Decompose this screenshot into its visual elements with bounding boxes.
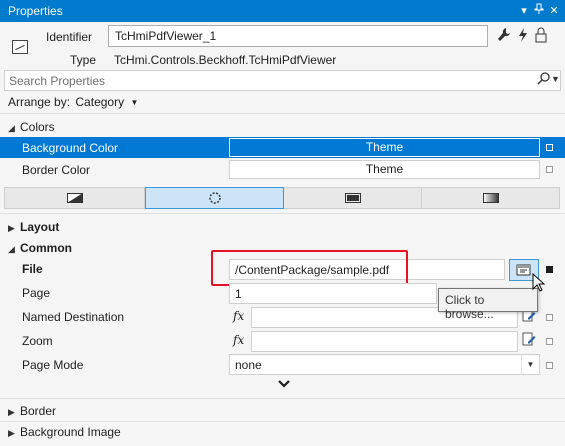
arrange-label: Arrange by: xyxy=(8,95,71,109)
mouse-cursor-icon xyxy=(532,273,546,292)
solid-fill-icon xyxy=(66,193,83,203)
chevron-down-icon[interactable]: ▼ xyxy=(130,98,138,107)
property-name-page: Page xyxy=(22,286,51,300)
property-name-page-mode: Page Mode xyxy=(22,358,84,372)
edit-pencil-icon[interactable] xyxy=(520,331,538,352)
tab-gradient[interactable] xyxy=(422,188,559,208)
type-label: Type xyxy=(70,53,97,67)
settings-icon xyxy=(208,192,221,204)
highlight-box xyxy=(211,250,408,286)
lock-icon[interactable] xyxy=(533,27,549,45)
property-marker[interactable] xyxy=(546,144,553,151)
expand-triangle-icon[interactable]: ▶ xyxy=(8,428,20,439)
close-icon[interactable]: ✕ xyxy=(546,3,562,19)
property-marker-set[interactable] xyxy=(546,266,553,273)
identifier-input[interactable]: TcHmiPdfViewer_1 xyxy=(108,25,488,47)
function-binding-icon[interactable]: fx xyxy=(229,307,251,328)
zoom-input[interactable] xyxy=(251,331,518,352)
identifier-label: Identifier xyxy=(46,30,93,44)
border-color-value[interactable]: Theme xyxy=(229,160,540,179)
chevron-down-icon[interactable]: ▼ xyxy=(521,355,539,374)
collapse-triangle-icon[interactable]: ◢ xyxy=(8,123,20,134)
show-more-chevron-icon[interactable] xyxy=(277,378,291,390)
category-layout[interactable]: ▶ Layout xyxy=(8,220,59,234)
category-colors[interactable]: ◢ Colors xyxy=(8,120,55,134)
pin-icon[interactable] xyxy=(531,3,547,19)
wrench-icon[interactable] xyxy=(496,27,512,45)
tab-solid-fill[interactable] xyxy=(5,188,145,208)
property-marker[interactable] xyxy=(546,362,553,369)
arrange-by[interactable]: Arrange by: Category ▼ xyxy=(8,95,138,109)
page-mode-value: none xyxy=(235,358,262,372)
divider xyxy=(0,398,565,399)
expand-triangle-icon[interactable]: ▶ xyxy=(8,223,20,234)
property-marker[interactable] xyxy=(546,166,553,173)
property-name-background-color: Background Color xyxy=(22,141,119,155)
category-common[interactable]: ◢ Common xyxy=(8,241,72,255)
divider xyxy=(0,113,565,114)
gradient-icon xyxy=(482,193,499,203)
property-name-border-color: Border Color xyxy=(22,163,91,177)
collapse-triangle-icon[interactable]: ◢ xyxy=(8,244,20,255)
property-name-zoom: Zoom xyxy=(22,334,53,348)
background-color-value[interactable]: Theme xyxy=(229,138,540,157)
divider xyxy=(0,213,565,214)
page-input[interactable]: 1 xyxy=(229,283,437,304)
expand-triangle-icon[interactable]: ▶ xyxy=(8,407,20,418)
property-name-named-destination: Named Destination xyxy=(22,310,125,324)
title-bar: Properties ▾ ✕ xyxy=(0,0,565,22)
lightning-icon[interactable] xyxy=(515,27,531,45)
search-box[interactable]: ▼ xyxy=(4,70,561,91)
search-icon[interactable] xyxy=(537,72,550,88)
control-image-icon xyxy=(12,40,28,54)
window-title: Properties xyxy=(8,4,63,18)
property-marker[interactable] xyxy=(546,314,553,321)
browse-folder-icon xyxy=(516,264,531,276)
dropdown-icon[interactable]: ▾ xyxy=(516,3,532,19)
property-marker[interactable] xyxy=(546,338,553,345)
page-mode-select[interactable]: none ▼ xyxy=(229,354,540,375)
property-name-file: File xyxy=(22,262,43,276)
search-input[interactable] xyxy=(9,73,519,89)
divider xyxy=(0,421,565,422)
tab-filled-rectangle[interactable] xyxy=(284,188,422,208)
brush-type-tabs xyxy=(4,187,560,209)
tooltip: Click to browse... xyxy=(438,288,538,321)
arrange-value[interactable]: Category xyxy=(75,95,124,109)
type-value: TcHmi.Controls.Beckhoff.TcHmiPdfViewer xyxy=(114,53,337,67)
filled-rectangle-icon xyxy=(344,193,361,203)
category-border[interactable]: ▶ Border xyxy=(8,404,56,418)
chevron-down-icon[interactable]: ▼ xyxy=(551,74,560,84)
function-binding-icon[interactable]: fx xyxy=(229,331,251,352)
category-background-image[interactable]: ▶ Background Image xyxy=(8,425,121,439)
tab-settings[interactable] xyxy=(145,187,284,209)
